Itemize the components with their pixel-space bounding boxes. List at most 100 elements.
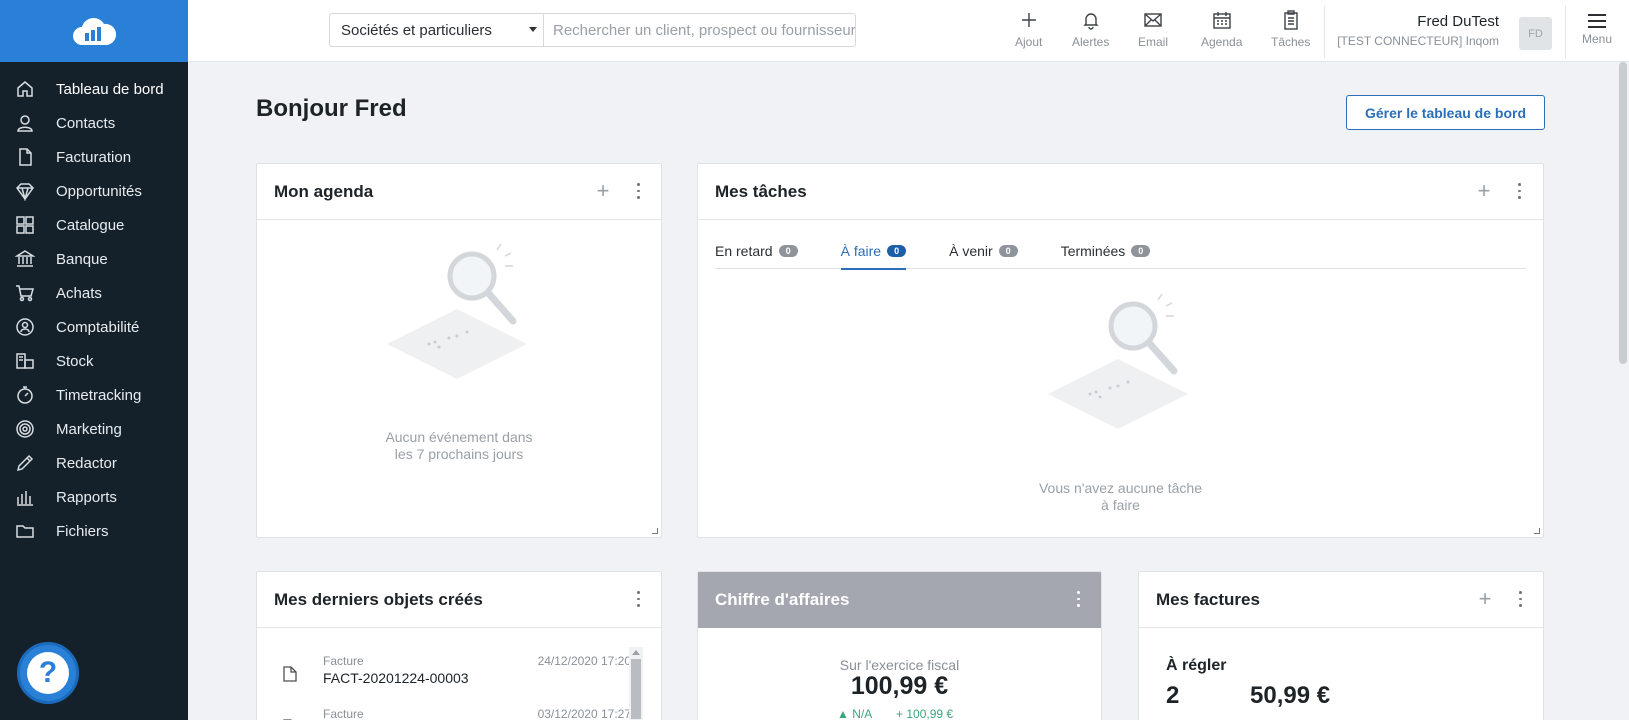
help-button[interactable]: ? [17, 642, 79, 704]
plus-icon [1021, 13, 1036, 27]
invoices-amount[interactable]: 50,99 € [1250, 682, 1330, 710]
empty-state-text: Aucun événement dans les 7 prochains jou… [385, 429, 533, 462]
add-button[interactable]: Ajout [1015, 10, 1042, 49]
agenda-button[interactable]: Agenda [1201, 10, 1242, 49]
widget-title: Mes derniers objets créés [274, 589, 483, 609]
more-options-icon[interactable] [1068, 589, 1088, 609]
user-organization[interactable]: [TEST CONNECTEUR] Inqom [1337, 34, 1499, 48]
page-scrollbar[interactable] [1617, 62, 1629, 720]
revenue-change-percent: ▲ N/A [837, 707, 873, 720]
sidebar-item-opportunities[interactable]: Opportunités [0, 174, 188, 208]
list-item[interactable]: Facture 03/12/2020 17:27 [281, 707, 631, 720]
alerts-button[interactable]: Alertes [1072, 10, 1109, 49]
user-name[interactable]: Fred DuTest [1417, 13, 1499, 30]
widget-header: Mes tâches + [698, 164, 1543, 220]
count-badge: 0 [887, 245, 907, 257]
tasks-button[interactable]: Tâches [1271, 10, 1310, 49]
main-nav: Tableau de bord Contacts Facturation Opp… [0, 62, 188, 548]
list-scrollbar[interactable] [629, 647, 643, 720]
agenda-widget: Mon agenda + Aucun événement dans les 7 … [256, 163, 662, 538]
revenue-caption: Sur l'exercice fiscal [839, 657, 960, 673]
add-event-icon[interactable]: + [593, 180, 613, 202]
tab-upcoming[interactable]: À venir 0 [949, 234, 1018, 268]
folder-icon [14, 520, 36, 542]
cloud-chart-logo-icon [73, 18, 116, 45]
sidebar-item-timetracking[interactable]: Timetracking [0, 378, 188, 412]
sidebar-item-purchases[interactable]: Achats [0, 276, 188, 310]
add-invoice-icon[interactable]: + [1475, 588, 1495, 610]
home-icon [14, 78, 36, 100]
user-icon [14, 112, 36, 134]
revenue-widget: Chiffre d'affaires Sur l'exercice fiscal… [697, 571, 1102, 720]
sidebar-item-catalog[interactable]: Catalogue [0, 208, 188, 242]
sidebar-item-marketing[interactable]: Marketing [0, 412, 188, 446]
document-icon [283, 666, 297, 687]
sidebar-item-reports[interactable]: Rapports [0, 480, 188, 514]
sidebar-item-accounting[interactable]: Comptabilité [0, 310, 188, 344]
more-options-icon[interactable] [628, 181, 648, 201]
scroll-up-icon[interactable] [632, 650, 640, 655]
divider [1565, 6, 1566, 58]
scrollbar-thumb[interactable] [1619, 62, 1627, 364]
widget-title: Chiffre d'affaires [715, 590, 850, 609]
bar-chart-icon [14, 486, 36, 508]
sidebar-item-contacts[interactable]: Contacts [0, 106, 188, 140]
sidebar-item-billing[interactable]: Facturation [0, 140, 188, 174]
menu-button[interactable]: Menu [1582, 10, 1612, 46]
more-options-icon[interactable] [1510, 589, 1530, 609]
invoices-count[interactable]: 2 [1166, 682, 1179, 710]
question-icon: ? [27, 652, 69, 694]
search-input[interactable] [543, 13, 856, 47]
resize-handle[interactable] [652, 528, 658, 534]
widget-header: Mon agenda + [257, 164, 661, 220]
sidebar-item-dashboard[interactable]: Tableau de bord [0, 72, 188, 106]
more-options-icon[interactable] [628, 589, 648, 609]
sidebar-item-label: Catalogue [56, 216, 125, 234]
widget-title: Mes tâches [715, 181, 807, 201]
stock-icon [14, 350, 36, 372]
tab-late[interactable]: En retard 0 [715, 234, 798, 268]
task-tabs: En retard 0 À faire 0 À venir 0 Terminées 0 [715, 234, 1526, 270]
object-type: Facture [323, 707, 364, 720]
scrollbar-thumb[interactable] [631, 659, 641, 719]
object-date: 03/12/2020 17:27 [537, 707, 631, 720]
sidebar-item-label: Contacts [56, 114, 116, 132]
tab-done[interactable]: Terminées 0 [1061, 234, 1151, 268]
tab-todo[interactable]: À faire 0 [840, 234, 907, 270]
tasks-label: Tâches [1271, 35, 1311, 49]
tasks-widget: Mes tâches + En retard 0 À faire 0 À venir… [697, 163, 1544, 538]
menu-label: Menu [1582, 32, 1613, 46]
widget-header: Mes factures + [1139, 572, 1543, 628]
sidebar-item-label: Tableau de bord [56, 80, 164, 98]
list-item[interactable]: Facture FACT-20201224-00003 24/12/2020 1… [281, 654, 631, 702]
contact-type-value: Sociétés et particuliers [341, 21, 492, 39]
sidebar-item-bank[interactable]: Banque [0, 242, 188, 276]
app-logo[interactable] [0, 0, 188, 62]
email-button[interactable]: Email [1138, 10, 1168, 49]
avatar[interactable]: FD [1519, 17, 1552, 50]
object-date: 24/12/2020 17:20 [537, 654, 631, 668]
contact-type-select[interactable]: Sociétés et particuliers [329, 13, 543, 47]
revenue-change-amount: + 100,99 € [896, 707, 954, 720]
sidebar: Tableau de bord Contacts Facturation Opp… [0, 0, 188, 720]
sidebar-item-redactor[interactable]: Redactor [0, 446, 188, 480]
add-label: Ajout [1015, 35, 1043, 49]
manage-dashboard-button[interactable]: Gérer le tableau de bord [1346, 95, 1545, 130]
stopwatch-icon [14, 384, 36, 406]
more-options-icon[interactable] [1509, 181, 1529, 201]
email-label: Email [1138, 35, 1169, 49]
sidebar-item-files[interactable]: Fichiers [0, 514, 188, 548]
empty-state-text: Vous n'avez aucune tâche à faire [1038, 480, 1203, 513]
sidebar-item-label: Redactor [56, 454, 117, 472]
add-task-icon[interactable]: + [1474, 180, 1494, 202]
widget-title: Mon agenda [274, 181, 374, 201]
object-reference: FACT-20201224-00003 [323, 670, 469, 686]
invoices-section-label: À régler [1166, 657, 1227, 674]
resize-handle[interactable] [1534, 528, 1540, 534]
grid-icon [14, 214, 36, 236]
recent-objects-widget: Mes derniers objets créés Facture FACT-2… [256, 571, 662, 720]
envelope-icon [1144, 13, 1162, 27]
empty-search-illustration [387, 244, 527, 379]
count-badge: 0 [1131, 245, 1151, 257]
sidebar-item-stock[interactable]: Stock [0, 344, 188, 378]
